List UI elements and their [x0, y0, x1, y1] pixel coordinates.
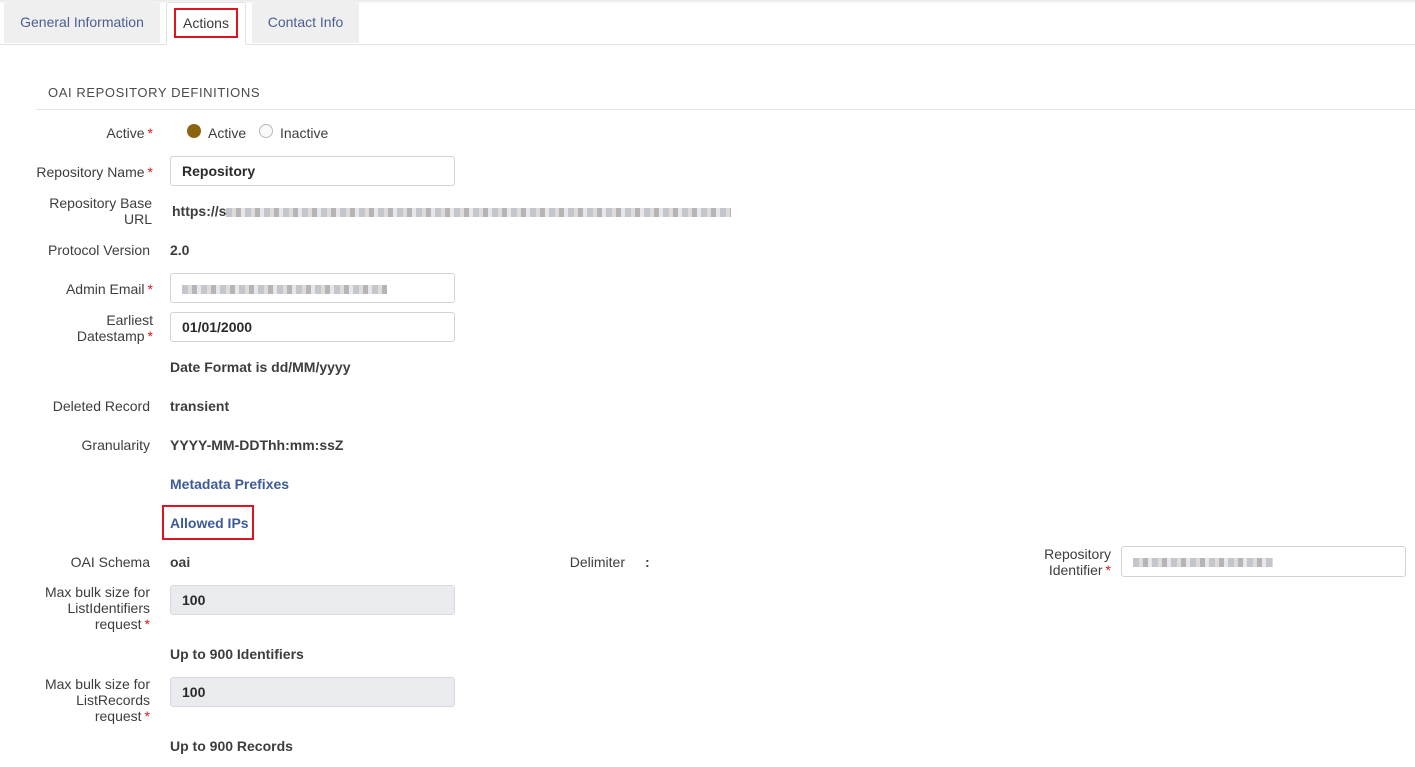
- section-title: OAI REPOSITORY DEFINITIONS: [48, 85, 261, 100]
- blurred-url: [226, 207, 732, 217]
- label-line: Repository: [1044, 546, 1111, 562]
- oai-schema-label: OAI Schema: [70, 554, 150, 570]
- inactive-radio[interactable]: [259, 124, 273, 138]
- granularity-label: Granularity: [81, 437, 150, 453]
- max-list-identifiers-input[interactable]: 100: [170, 585, 455, 615]
- active-radio-label[interactable]: Active: [208, 125, 246, 141]
- granularity-value: YYYY-MM-DDThh:mm:ssZ: [170, 437, 344, 453]
- label-line: Earliest: [106, 312, 153, 328]
- label-line: Max bulk size for: [44, 676, 150, 692]
- protocol-version-value: 2.0: [170, 242, 190, 258]
- deleted-record-label: Deleted Record: [52, 398, 150, 414]
- max-list-identifiers-hint: Up to 900 Identifiers: [170, 646, 304, 662]
- label-line: Datestamp: [76, 328, 145, 344]
- label-line: Repository Base: [49, 195, 152, 211]
- max-list-records-input[interactable]: 100: [170, 677, 455, 707]
- required-marker: *: [144, 616, 150, 632]
- repository-base-url-label: Repository Base URL: [2, 195, 152, 227]
- date-format-hint: Date Format is dd/MM/yyyy: [170, 359, 351, 375]
- label-line: Identifier: [1048, 562, 1103, 578]
- repository-identifier-label: Repository Identifier *: [961, 546, 1111, 578]
- oai-schema-value: oai: [170, 554, 191, 570]
- repository-name-input[interactable]: Repository: [170, 156, 455, 186]
- label-line: Max bulk size for: [44, 584, 150, 600]
- label-line: ListRecords: [76, 692, 150, 708]
- blurred-email: [182, 284, 387, 294]
- section-divider: [36, 109, 1415, 110]
- tab-contact-info[interactable]: Contact Info: [252, 2, 359, 43]
- label-text: Admin Email: [65, 281, 145, 297]
- admin-email-input[interactable]: [170, 273, 455, 303]
- required-marker: *: [1105, 562, 1111, 578]
- required-marker: *: [147, 125, 153, 141]
- tab-bar: General Information Actions Contact Info: [0, 0, 1415, 45]
- admin-email-label: Admin Email *: [3, 281, 153, 297]
- delimiter-value: :: [645, 554, 650, 570]
- required-marker: *: [147, 164, 153, 180]
- active-radio[interactable]: [187, 124, 201, 138]
- max-list-identifiers-label: Max bulk size for ListIdentifiers request *: [0, 584, 150, 632]
- required-marker: *: [147, 281, 153, 297]
- max-list-records-label: Max bulk size for ListRecords request *: [0, 676, 150, 724]
- label-line: request: [94, 708, 142, 724]
- tab-actions[interactable]: Actions: [166, 2, 246, 45]
- label-text: Active: [106, 125, 145, 141]
- label-line: request: [94, 616, 142, 632]
- blurred-identifier: [1133, 557, 1273, 567]
- allowed-ips-link[interactable]: Allowed IPs: [170, 515, 249, 531]
- label-text: Repository Name: [36, 164, 145, 180]
- repository-base-url-value: https://s: [172, 203, 732, 219]
- delimiter-label: Delimiter: [569, 554, 625, 570]
- earliest-datestamp-input[interactable]: 01/01/2000: [170, 312, 455, 342]
- repository-identifier-input[interactable]: [1121, 546, 1406, 577]
- tab-general-information[interactable]: General Information: [4, 2, 160, 43]
- url-prefix: https://s: [172, 203, 227, 219]
- label-line: ListIdentifiers: [67, 600, 150, 616]
- protocol-version-label: Protocol Version: [48, 242, 150, 258]
- repository-name-label: Repository Name *: [3, 164, 153, 180]
- deleted-record-value: transient: [170, 398, 230, 414]
- required-marker: *: [144, 708, 150, 724]
- active-label: Active *: [3, 125, 153, 141]
- label-line: URL: [123, 211, 152, 227]
- inactive-radio-label[interactable]: Inactive: [280, 125, 328, 141]
- required-marker: *: [147, 328, 153, 344]
- metadata-prefixes-link[interactable]: Metadata Prefixes: [170, 476, 289, 492]
- earliest-datestamp-label: Earliest Datestamp *: [3, 312, 153, 344]
- tab-label: Contact Info: [267, 14, 344, 30]
- max-list-records-hint: Up to 900 Records: [170, 738, 293, 754]
- tab-label: General Information: [20, 14, 144, 30]
- tab-label: Actions: [174, 8, 238, 38]
